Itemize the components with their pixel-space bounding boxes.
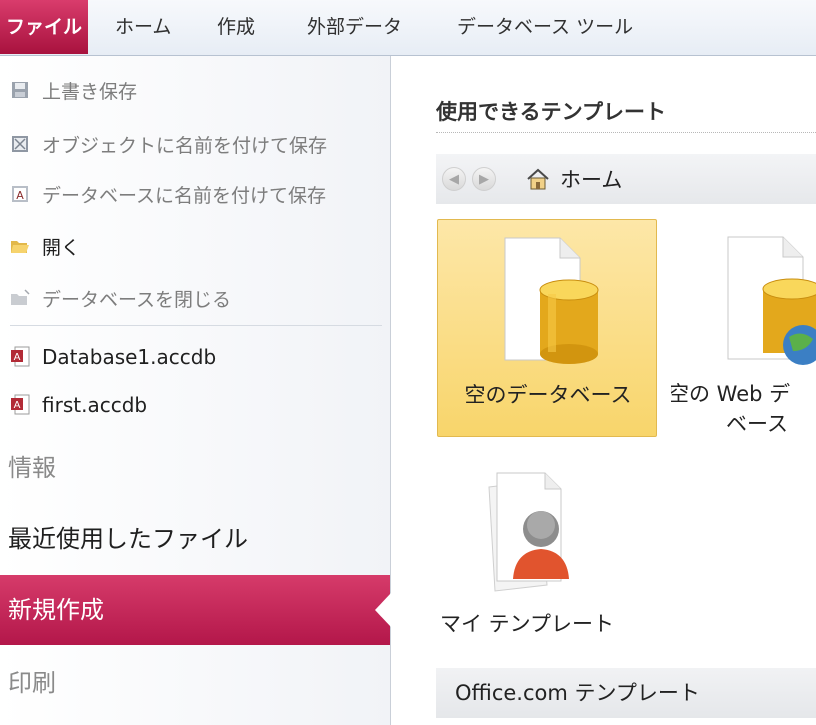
- close-database-command[interactable]: データベースを閉じる: [10, 276, 231, 320]
- save-object-as-command[interactable]: オブジェクトに名前を付けて保存: [10, 122, 327, 166]
- save-database-as-command[interactable]: A データベースに名前を付けて保存: [10, 172, 326, 216]
- save-object-as-label: オブジェクトに名前を付けて保存: [42, 134, 328, 157]
- open-label: 開く: [42, 236, 81, 259]
- nav-new[interactable]: 新規作成: [0, 575, 391, 645]
- backstage-nav: 上書き保存 オブジェクトに名前を付けて保存 A データベースに名前を付けて保存 …: [0, 56, 391, 725]
- nav-print[interactable]: 印刷: [0, 648, 390, 718]
- svg-text:A: A: [14, 400, 21, 411]
- title-divider: [436, 132, 816, 133]
- close-database-icon: [10, 288, 30, 308]
- template-label: マイ テンプレート: [439, 612, 615, 636]
- save-icon: [10, 80, 30, 100]
- ribbon-tab-bar: ファイル ホーム 作成 外部データ データベース ツール: [0, 0, 816, 56]
- selection-notch: [375, 593, 391, 627]
- template-my-templates[interactable]: マイ テンプレート: [437, 461, 657, 679]
- close-database-label: データベースを閉じる: [42, 288, 232, 311]
- recent-file-label: first.accdb: [42, 393, 148, 417]
- svg-text:A: A: [16, 189, 24, 202]
- tab-home[interactable]: ホーム: [115, 0, 171, 55]
- forward-button[interactable]: ▶: [472, 167, 496, 191]
- arrow-right-icon: ▶: [479, 171, 489, 187]
- template-label-line2: ベース: [726, 412, 788, 436]
- main-pane: 使用できるテンプレート ◀ ▶ ホーム 空のデータベース 空の Web デ ベー…: [391, 56, 816, 725]
- save-object-icon: [10, 134, 30, 154]
- breadcrumb[interactable]: ホーム: [560, 164, 622, 194]
- save-database-as-label: データベースに名前を付けて保存: [42, 184, 327, 207]
- recent-file-database1[interactable]: A Database1.accdb: [10, 335, 216, 379]
- web-database-icon: [727, 236, 816, 365]
- save-command[interactable]: 上書き保存: [10, 68, 137, 112]
- template-label: 空のデータベース: [464, 383, 632, 407]
- template-blank-web-database[interactable]: 空の Web デ ベース: [671, 219, 816, 437]
- save-label: 上書き保存: [42, 80, 138, 103]
- save-database-icon: A: [10, 184, 30, 204]
- open-command[interactable]: 開く: [10, 224, 80, 268]
- tab-file[interactable]: ファイル: [0, 0, 88, 54]
- blank-database-icon: [504, 237, 599, 364]
- nav-recent[interactable]: 最近使用したファイル: [0, 504, 390, 574]
- recent-file-label: Database1.accdb: [42, 345, 217, 369]
- tab-database-tools[interactable]: データベース ツール: [457, 0, 633, 55]
- template-label: 空の Web デ: [671, 382, 791, 406]
- access-file-icon: A: [10, 394, 30, 416]
- template-nav-bar: ◀ ▶ ホーム: [436, 154, 816, 204]
- back-button[interactable]: ◀: [442, 167, 466, 191]
- tab-external-data[interactable]: 外部データ: [307, 0, 402, 55]
- office-templates-header[interactable]: Office.com テンプレート: [436, 668, 816, 718]
- page-title: 使用できるテンプレート: [436, 100, 666, 124]
- nav-divider: [10, 325, 382, 326]
- arrow-left-icon: ◀: [449, 171, 459, 187]
- tab-create[interactable]: 作成: [217, 0, 255, 55]
- open-folder-icon: [10, 236, 30, 256]
- access-file-icon: A: [10, 346, 30, 368]
- nav-info[interactable]: 情報: [0, 433, 390, 503]
- recent-file-first[interactable]: A first.accdb: [10, 383, 147, 427]
- home-icon[interactable]: [526, 167, 550, 191]
- svg-text:A: A: [14, 352, 21, 363]
- template-blank-database[interactable]: 空のデータベース: [437, 219, 657, 437]
- nav-new-label: 新規作成: [8, 596, 104, 624]
- my-templates-icon: [488, 472, 569, 592]
